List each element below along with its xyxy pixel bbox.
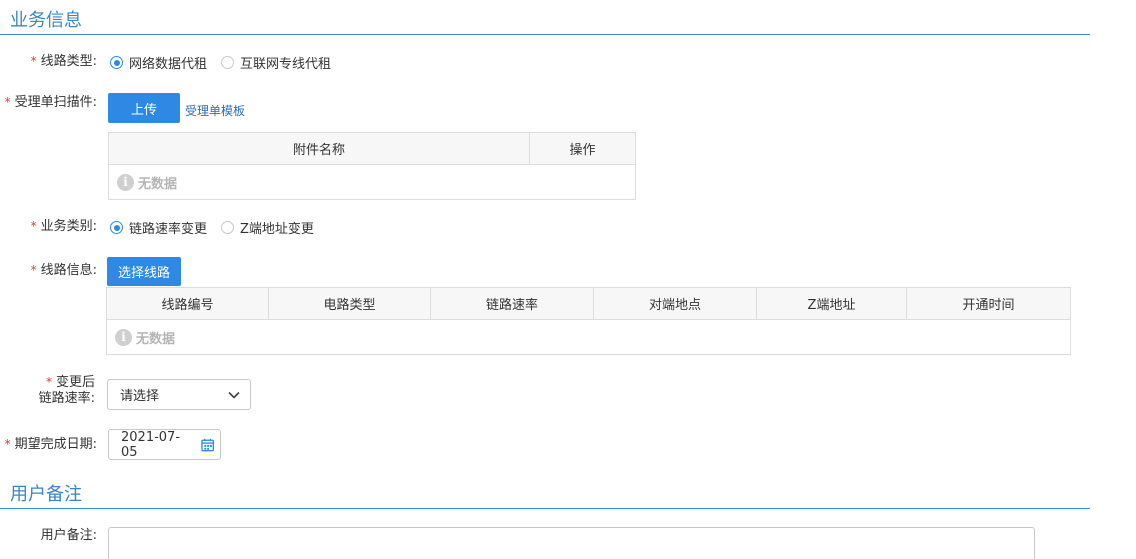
radio-business-rate-change[interactable]: 链路速率变更 <box>110 218 207 237</box>
required-mark: * <box>30 219 37 233</box>
new-rate-select[interactable]: 请选择 <box>107 379 251 410</box>
select-line-button[interactable]: 选择线路 <box>107 257 181 286</box>
business-type-label-text: 业务类别: <box>40 219 97 234</box>
remark-label: 用户备注: <box>40 528 97 543</box>
select-placeholder: 请选择 <box>120 389 160 404</box>
column-header: 对端地点 <box>593 287 757 320</box>
required-mark: * <box>30 263 37 277</box>
business-type-radio-group: 链路速率变更 Z端地址变更 <box>110 218 328 237</box>
expected-date-input[interactable]: 2021-07-05 <box>108 429 221 460</box>
empty-text: 无数据 <box>136 331 176 347</box>
radio-business-z-address-change[interactable]: Z端地址变更 <box>221 218 314 237</box>
expected-date-label: * 期望完成日期: <box>5 436 97 453</box>
chevron-down-icon <box>228 391 240 399</box>
column-header: 链路速率 <box>430 287 594 320</box>
line-info-label: * 线路信息: <box>31 262 97 279</box>
radio-unchecked-icon[interactable] <box>221 221 235 234</box>
section-divider <box>0 508 1090 509</box>
empty-text: 无数据 <box>138 176 178 192</box>
business-type-label: * 业务类别: <box>31 218 97 235</box>
new-rate-label: * 变更后 链路速率: <box>39 374 95 407</box>
template-download-link[interactable]: 受理单模板 <box>185 102 245 119</box>
radio-line-type-network-lease[interactable]: 网络数据代租 <box>110 53 207 72</box>
date-value: 2021-07-05 <box>121 429 181 460</box>
upload-button[interactable]: 上传 <box>108 93 180 123</box>
radio-label: 互联网专线代租 <box>240 57 332 72</box>
new-rate-label-line2: 链路速率: <box>38 391 95 406</box>
radio-label: 链路速率变更 <box>129 222 208 237</box>
required-mark: * <box>30 54 37 68</box>
column-header: 电路类型 <box>268 287 431 320</box>
line-type-label: * 线路类型: <box>31 53 97 70</box>
radio-unchecked-icon[interactable] <box>221 56 235 69</box>
radio-checked-icon[interactable] <box>110 56 123 69</box>
section-divider <box>0 34 1090 35</box>
radio-label: 网络数据代租 <box>129 57 208 72</box>
required-mark: * <box>4 437 11 451</box>
section-title-business-info: 业务信息 <box>10 10 82 31</box>
table-row-empty: i 无数据 <box>106 319 1071 355</box>
radio-checked-icon[interactable] <box>110 221 123 234</box>
empty-cell: i 无数据 <box>108 164 636 200</box>
info-icon: i <box>115 328 132 346</box>
line-type-radio-group: 网络数据代租 互联网专线代租 <box>110 53 345 72</box>
scan-label-text: 受理单扫描件: <box>14 95 97 110</box>
new-rate-label-line1: 变更后 <box>55 375 95 390</box>
section-title-user-remark: 用户备注 <box>10 484 82 505</box>
column-header: 附件名称 <box>108 132 530 165</box>
calendar-icon[interactable] <box>201 438 214 452</box>
line-type-label-text: 线路类型: <box>40 54 97 69</box>
line-info-table: 线路编号 电路类型 链路速率 对端地点 Z端地址 开通时间 i 无数据 <box>106 287 1071 355</box>
column-header: Z端地址 <box>756 287 907 320</box>
line-info-label-text: 线路信息: <box>40 263 97 278</box>
radio-line-type-internet-lease[interactable]: 互联网专线代租 <box>221 53 331 72</box>
table-row-empty: i 无数据 <box>108 164 636 200</box>
column-header: 操作 <box>529 132 636 165</box>
column-header: 开通时间 <box>906 287 1071 320</box>
remark-textarea[interactable] <box>108 527 1035 559</box>
column-header: 线路编号 <box>106 287 269 320</box>
required-mark: * <box>45 375 52 389</box>
empty-cell: i 无数据 <box>106 319 1071 355</box>
scan-label: * 受理单扫描件: <box>5 94 97 111</box>
expected-date-label-text: 期望完成日期: <box>14 437 97 452</box>
radio-label: Z端地址变更 <box>240 222 314 237</box>
required-mark: * <box>4 95 11 109</box>
attachment-table: 附件名称 操作 i 无数据 <box>108 132 636 200</box>
info-icon: i <box>117 173 134 191</box>
